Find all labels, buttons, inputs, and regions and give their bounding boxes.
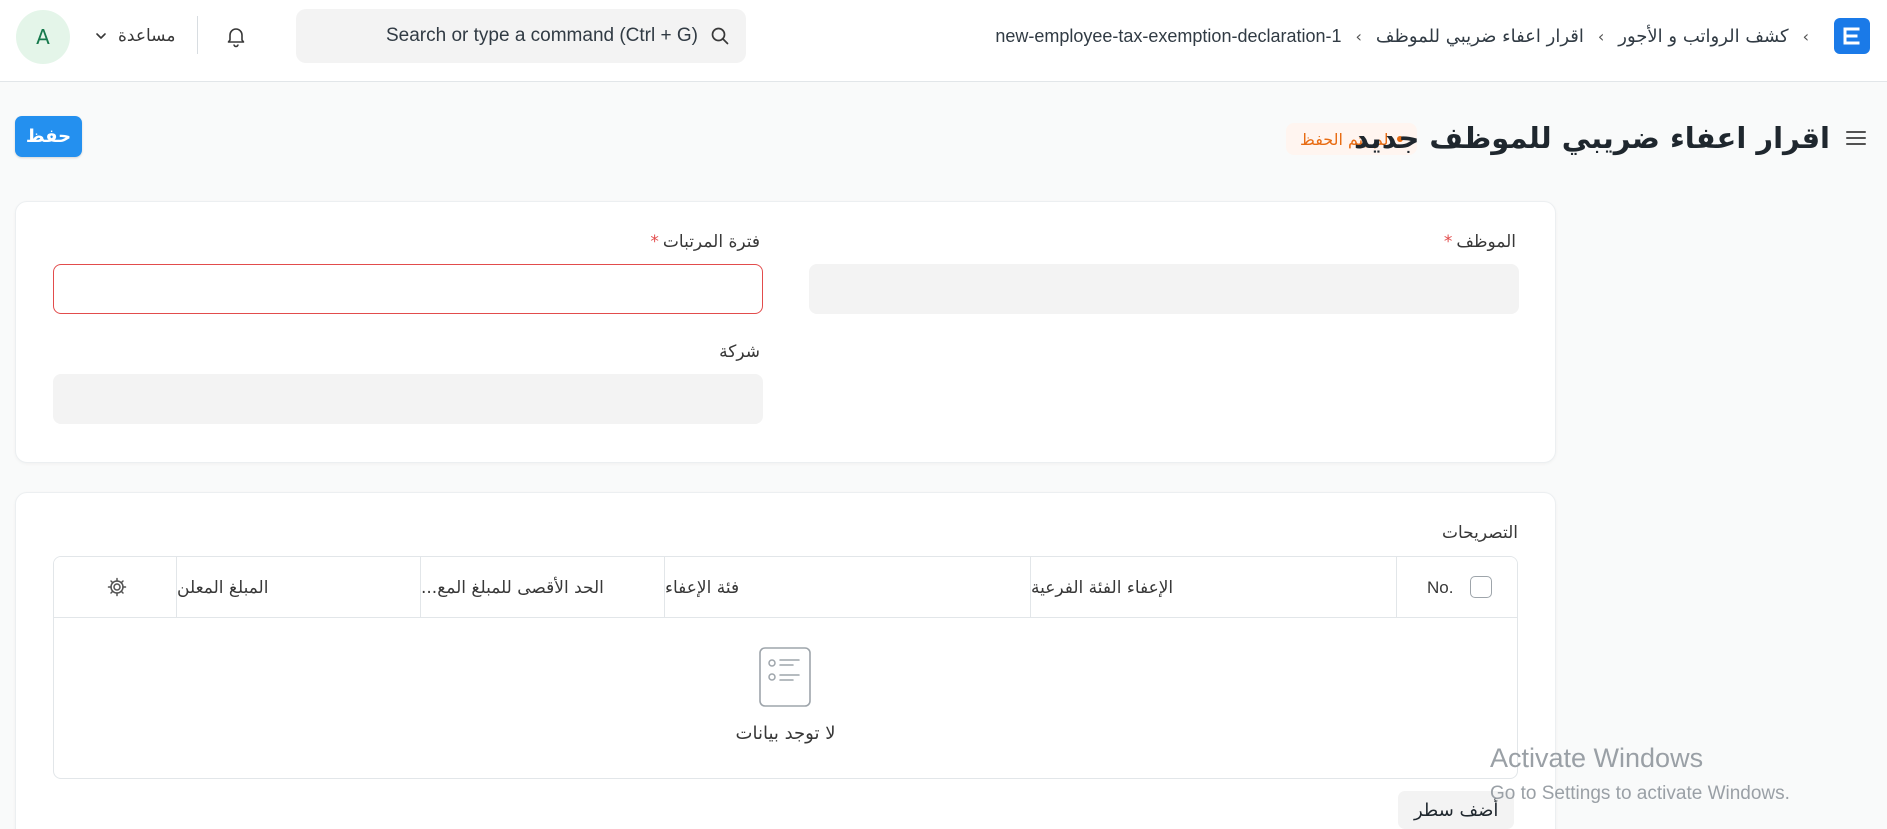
company-field-label: شركة (719, 342, 760, 362)
help-dropdown[interactable]: مساعدة (94, 22, 175, 50)
breadcrumb-separator: › (1597, 26, 1605, 46)
navbar: A مساعدة › كشف الرواتب و الأجور › اقرار … (0, 0, 1887, 82)
column-header-exemption-category: فئة الإعفاء (664, 557, 1030, 618)
payroll-period-field[interactable] (53, 264, 763, 314)
declarations-section-label: التصريحات (1441, 523, 1518, 543)
breadcrumb-current-doc[interactable]: new-employee-tax-exemption-declaration-1 (995, 26, 1341, 47)
breadcrumb-separator: › (1802, 26, 1809, 46)
gear-icon[interactable] (106, 576, 128, 598)
row-number-label: No. (1427, 577, 1454, 597)
notifications-button[interactable] (222, 22, 250, 50)
activate-windows-title: Activate Windows (1490, 743, 1704, 773)
chevron-down-icon (96, 33, 106, 39)
details-section: الموظف* فترة المرتبات* شركة (15, 201, 1556, 463)
sidebar-toggle-icon[interactable] (1845, 128, 1867, 148)
declarations-table: المبلغ المعلن الحد الأقصى للمبلغ المع...… (53, 556, 1518, 779)
column-header-exemption-subcategory: الإعفاء الفئة الفرعية (1030, 557, 1396, 618)
breadcrumb-payroll[interactable]: كشف الرواتب و الأجور (1618, 26, 1788, 47)
help-label: مساعدة (118, 26, 176, 46)
column-header-declared-amount: المبلغ المعلن (176, 557, 420, 618)
table-header: المبلغ المعلن الحد الأقصى للمبلغ المع...… (54, 557, 1517, 618)
breadcrumb-separator: › (1355, 26, 1362, 46)
required-marker: * (650, 232, 659, 252)
column-header-row-number: No. (1396, 557, 1517, 618)
navbar-divider (197, 16, 198, 54)
empty-state-text: لا توجد بيانات (735, 723, 836, 744)
breadcrumb: › كشف الرواتب و الأجور › اقرار اعفاء ضري… (995, 20, 1809, 52)
empty-state: لا توجد بيانات (54, 619, 1517, 778)
employee-field-label: الموظف* (1443, 232, 1516, 252)
employee-field[interactable] (809, 264, 1519, 314)
payroll-period-field-label: فترة المرتبات* (650, 232, 760, 252)
declarations-section: التصريحات المبلغ المعلن الحد الأقصى للمب… (15, 492, 1556, 829)
select-all-checkbox[interactable] (1470, 576, 1492, 598)
bell-icon (227, 28, 245, 48)
company-field[interactable] (53, 374, 763, 424)
save-button[interactable]: حفظ (15, 116, 82, 157)
column-settings (54, 557, 176, 618)
page-title: اقرار اعفاء ضريبي للموظف جديد (1354, 121, 1830, 155)
required-marker: * (1443, 232, 1453, 252)
app-logo[interactable] (1834, 18, 1870, 54)
avatar-initial: A (36, 25, 50, 49)
search-bar[interactable] (296, 9, 746, 63)
search-input[interactable] (338, 25, 698, 47)
activate-windows-subtitle: Go to Settings to activate Windows. (1490, 783, 1790, 804)
column-header-max-amount: الحد الأقصى للمبلغ المع... (420, 557, 664, 618)
breadcrumb-doctype[interactable]: اقرار اعفاء ضريبي للموظف (1376, 26, 1584, 47)
empty-list-icon (759, 647, 811, 707)
erpnext-logo-icon (1843, 27, 1860, 45)
user-avatar[interactable]: A (16, 10, 70, 64)
search-icon (711, 27, 729, 45)
